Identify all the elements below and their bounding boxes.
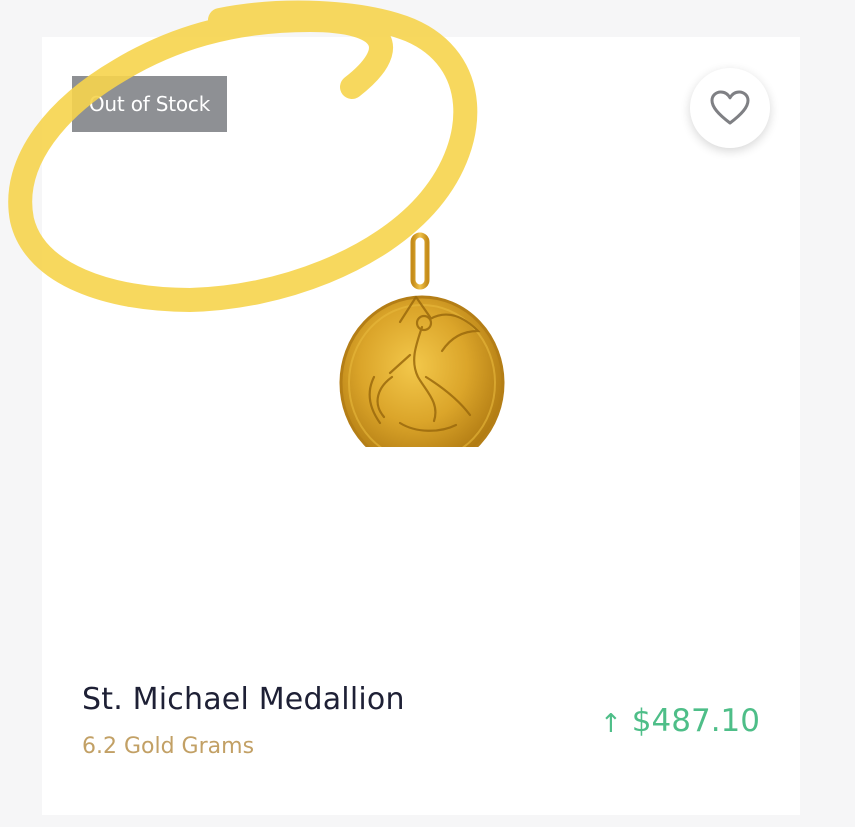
product-weight: 6.2 Gold Grams <box>82 734 255 759</box>
out-of-stock-badge: Out of Stock <box>72 76 227 132</box>
heart-outline-icon <box>710 90 750 126</box>
product-title[interactable]: St. Michael Medallion <box>82 682 405 717</box>
price-value: $487.10 <box>631 703 760 739</box>
price: ↑ $487.10 <box>600 703 760 739</box>
product-image[interactable] <box>330 227 510 471</box>
badge-label: Out of Stock <box>88 92 211 116</box>
favorite-button[interactable] <box>690 68 770 148</box>
price-up-arrow-icon: ↑ <box>600 709 622 739</box>
product-card[interactable]: Out of Stock St. Michael Medallion 6.2 G… <box>42 37 800 815</box>
